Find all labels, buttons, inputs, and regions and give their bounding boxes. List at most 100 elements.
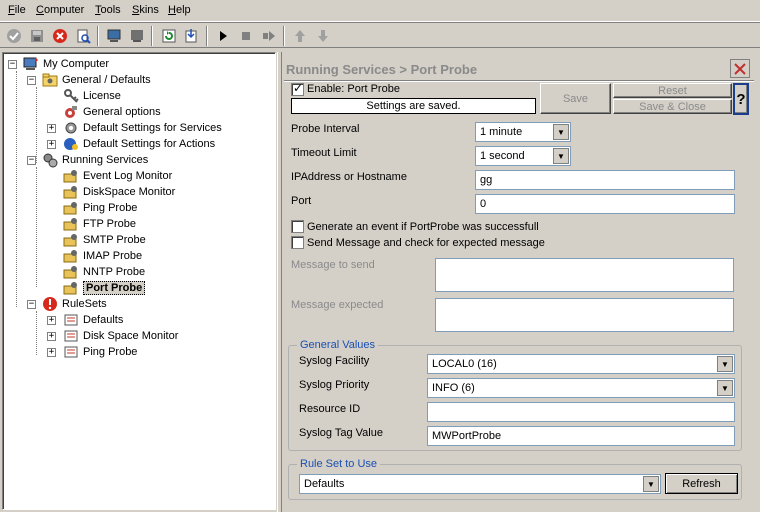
tree-view: − My Computer − General / Defaults Licen… [2,52,276,510]
tree-node-my-computer[interactable]: − My Computer [7,56,109,72]
arrow-up-icon[interactable] [290,26,310,46]
tree-node-ruleset-item[interactable]: + Ping Probe [47,344,137,360]
priority-select[interactable]: INFO (6) ▼ [427,378,735,398]
stop-icon[interactable] [236,26,256,46]
menu-tools[interactable]: Tools [95,4,121,16]
computer-icon [23,56,39,72]
menu-help[interactable]: Help [168,4,191,16]
tree-node-port-probe-selected[interactable]: Port Probe [63,280,146,296]
service-probe-icon [63,232,79,248]
tree-node-ruleset-item[interactable]: + Disk Space Monitor [47,328,178,344]
play-icon[interactable] [213,26,233,46]
resource-input[interactable] [427,402,735,422]
chevron-down-icon[interactable]: ▼ [717,380,733,396]
send-message-checkbox[interactable] [291,236,304,249]
chevron-down-icon[interactable]: ▼ [553,148,569,164]
status-text: Settings are saved. [291,98,536,114]
service-probe-icon [63,184,79,200]
tree-node-running-services[interactable]: − Running Services [27,152,148,168]
ip-label: IPAddress or Hostname [291,171,407,183]
key-icon [63,88,79,104]
collapse-icon[interactable]: − [27,156,36,165]
send-message-label: Send Message and check for expected mess… [307,237,545,249]
tree-node-service[interactable]: SMTP Probe [63,232,146,248]
rule-icon [63,312,79,328]
chevron-down-icon[interactable]: ▼ [553,124,569,140]
close-button[interactable] [730,59,750,78]
refresh-icon[interactable] [159,26,179,46]
options-icon [63,104,79,120]
tree-node-ruleset-item[interactable]: + Defaults [47,312,123,328]
tree-node-rulesets[interactable]: − RuleSets [27,296,107,312]
reset-button[interactable]: Reset [613,83,732,98]
service-probe-icon [63,264,79,280]
tag-label: Syslog Tag Value [299,427,383,439]
search-doc-icon[interactable] [73,26,93,46]
stop-error-icon[interactable] [50,26,70,46]
services-gear-icon [63,120,79,136]
tree-node-service[interactable]: NNTP Probe [63,264,145,280]
tree-node-license[interactable]: License [63,88,121,104]
step-icon[interactable] [259,26,279,46]
expand-icon[interactable]: + [47,332,56,341]
message-send-textarea[interactable] [435,258,734,292]
rule-icon [63,328,79,344]
actions-icon [63,136,79,152]
collapse-icon[interactable]: − [8,60,17,69]
rule-icon [63,344,79,360]
tree-node-default-actions[interactable]: + Default Settings for Actions [47,136,215,152]
tree-node-service[interactable]: Event Log Monitor [63,168,172,184]
menu-file[interactable]: File [8,4,26,16]
expand-icon[interactable]: + [47,124,56,133]
ruleset-select[interactable]: Defaults ▼ [299,474,661,494]
tree-node-general-defaults[interactable]: − General / Defaults [27,72,151,88]
divider [284,80,754,82]
tree-node-service[interactable]: DiskSpace Monitor [63,184,175,200]
menu-bar: File Computer Tools Skins Help [0,0,760,22]
collapse-icon[interactable]: − [27,76,36,85]
ruleset-title: Rule Set to Use [297,458,381,470]
save-disk-icon[interactable] [27,26,47,46]
tree-node-default-services[interactable]: + Default Settings for Services [47,120,222,136]
help-button[interactable]: ? [733,83,749,115]
check-icon[interactable] [4,26,24,46]
service-probe-icon [63,280,79,296]
probe-interval-select[interactable]: 1 minute ▼ [475,122,571,142]
expand-icon[interactable]: + [47,140,56,149]
folder-settings-icon [42,72,58,88]
generate-event-label: Generate an event if PortProbe was succe… [307,221,539,233]
tree-node-service[interactable]: FTP Probe [63,216,136,232]
computer-icon[interactable] [104,26,124,46]
expand-icon[interactable]: + [47,348,56,357]
arrow-down-icon[interactable] [313,26,333,46]
tree-node-service[interactable]: Ping Probe [63,200,137,216]
save-button[interactable]: Save [540,83,611,114]
export-doc-icon[interactable] [182,26,202,46]
collapse-icon[interactable]: − [27,300,36,309]
save-close-button[interactable]: Save & Close [613,99,732,114]
enable-checkbox[interactable] [291,81,304,96]
timeout-label: Timeout Limit [291,147,357,159]
monitor-icon[interactable] [127,26,147,46]
general-values-title: General Values [297,339,379,351]
splitter[interactable] [277,52,282,512]
generate-event-checkbox[interactable] [291,220,304,233]
menu-skins[interactable]: Skins [132,4,159,16]
message-expected-label: Message expected [291,299,384,311]
chevron-down-icon[interactable]: ▼ [643,476,659,492]
port-input[interactable]: 0 [475,194,735,214]
menu-computer[interactable]: Computer [36,4,84,16]
facility-select[interactable]: LOCAL0 (16) ▼ [427,354,735,374]
refresh-button[interactable]: Refresh [665,473,738,494]
service-probe-icon [63,168,79,184]
probe-interval-label: Probe Interval [291,123,360,135]
tree-node-service[interactable]: IMAP Probe [63,248,142,264]
chevron-down-icon[interactable]: ▼ [717,356,733,372]
expand-icon[interactable]: + [47,316,56,325]
ip-input[interactable]: gg [475,170,735,190]
tag-input[interactable]: MWPortProbe [427,426,735,446]
message-expected-textarea[interactable] [435,298,734,332]
timeout-select[interactable]: 1 second ▼ [475,146,571,166]
close-icon [734,62,746,75]
tree-node-general-options[interactable]: General options [63,104,161,120]
